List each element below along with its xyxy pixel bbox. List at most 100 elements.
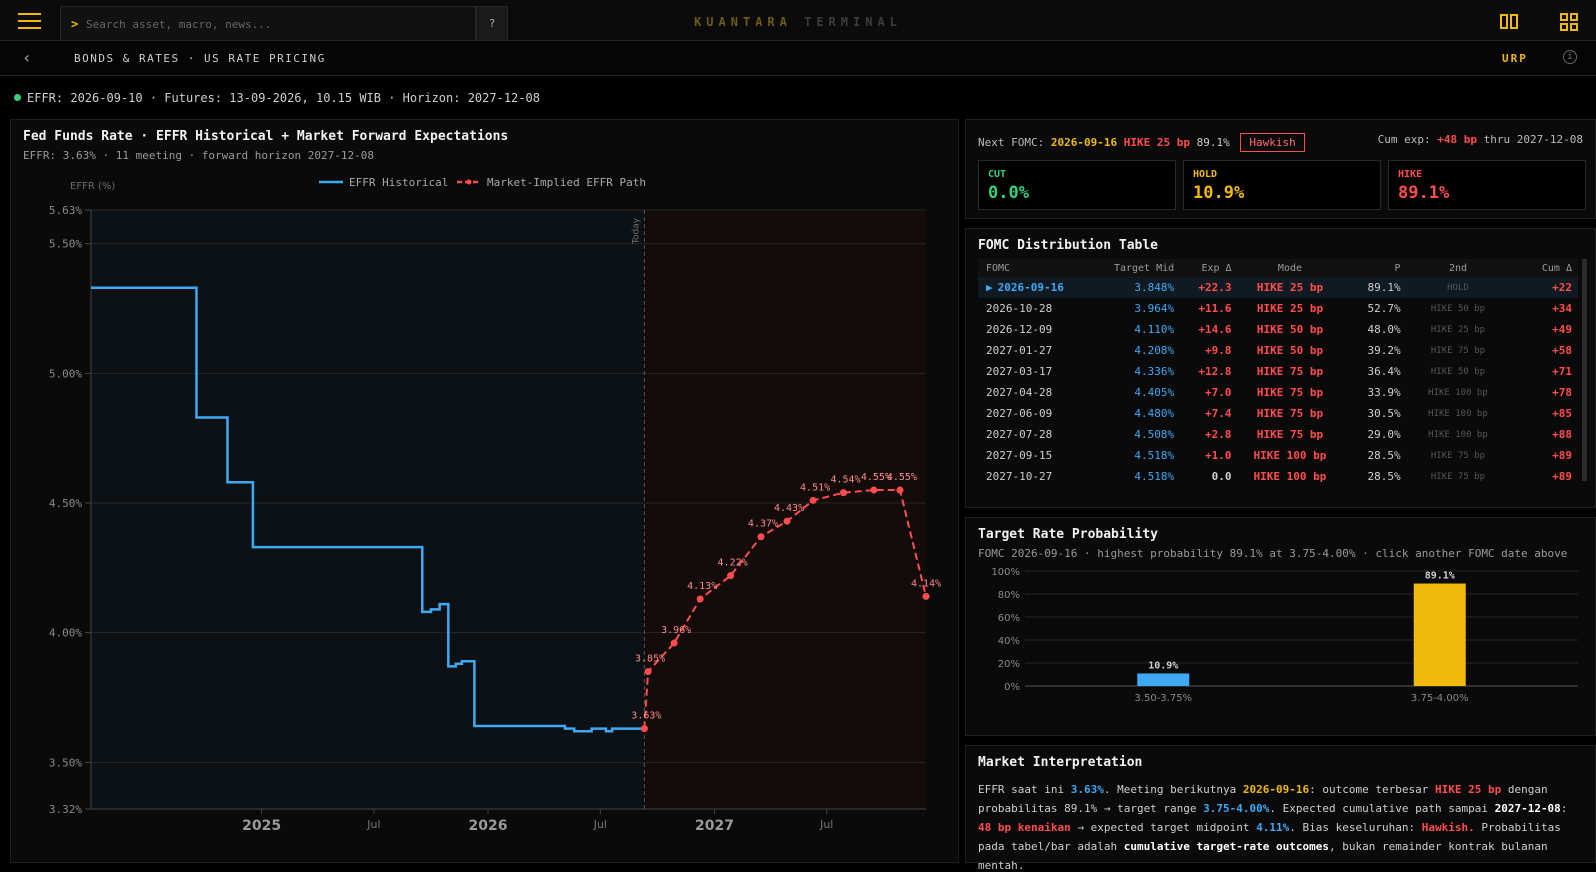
interpretation-text: EFFR saat ini 3.63%. Meeting berikutnya … [978, 780, 1583, 872]
table-row[interactable]: 2027-01-27 4.208% +9.8 HIKE 50 bp 39.2% HIKE … [978, 340, 1578, 361]
cum-delta-cell: +34 [1552, 302, 1572, 315]
col-second[interactable]: 2nd [1400, 259, 1516, 277]
table-row[interactable]: ▶ 2026-09-16 3.848% +22.3 HIKE 25 bp 89.1% HOL… [978, 277, 1578, 298]
chart-subtitle: EFFR: 3.63% · 11 meeting · forward horiz… [23, 149, 374, 162]
target-mid-cell: 4.518% [1134, 449, 1175, 462]
exp-delta-cell: +7.0 [1205, 386, 1232, 399]
table-row[interactable]: 2026-10-28 3.964% +11.6 HIKE 25 bp 52.7% HIKE… [978, 298, 1578, 319]
x-tick-label: 2027 [695, 818, 734, 834]
cum-value: +48 bp [1437, 133, 1478, 146]
fomc-date-cell: 2026-10-28 [986, 302, 1053, 315]
prob-y-tick-label: 80% [998, 590, 1020, 601]
table-row[interactable]: 2027-06-09 4.480% +7.4 HIKE 75 bp 30.5% HIKE … [978, 403, 1578, 424]
col-exp-delta[interactable]: Exp Δ [1174, 259, 1232, 277]
fomc-date-cell: 2027-07-28 [986, 428, 1053, 441]
bar-category-label: 3.50-3.75% [1134, 693, 1192, 704]
interp-t2: . Meeting berikutnya [1103, 783, 1243, 796]
second-outcome-cell: HIKE 50 bp [1430, 366, 1486, 377]
col-p[interactable]: P [1348, 259, 1401, 277]
implied-data-label: 4.54% [830, 475, 860, 486]
fomc-date-text: 2026-09-16 [997, 281, 1064, 294]
table-row[interactable]: 2027-07-28 4.508% +2.8 HIKE 75 bp 29.0% HIKE … [978, 424, 1578, 445]
probability-subtitle: FOMC 2026-09-16 · highest probability 89… [978, 547, 1568, 560]
interp-cum: 48 bp kenaikan [978, 821, 1071, 834]
interp-t6: : [1560, 802, 1568, 815]
second-outcome-cell: HIKE 100 bp [1428, 387, 1488, 398]
fomc-date-cell: 2027-10-27 [986, 470, 1053, 483]
chevron-left-icon[interactable]: ‹ [22, 49, 38, 67]
cum-delta-cell: +89 [1552, 470, 1572, 483]
y-tick-label: 5.50% [49, 238, 82, 251]
y-tick-label: 4.00% [49, 627, 82, 640]
table-row[interactable]: 2026-12-09 4.110% +14.6 HIKE 50 bp 48.0% HIKE… [978, 319, 1578, 340]
exp-delta-cell: +7.4 [1205, 407, 1232, 420]
grid-layout-icon[interactable] [1560, 13, 1580, 31]
info-icon[interactable]: i [1563, 50, 1577, 64]
next-fomc-prob: 89.1% [1196, 136, 1230, 149]
cum-delta-cell: +22 [1515, 277, 1578, 298]
status-line: EFFR: 2026-09-10 · Futures: 13-09-2026, … [14, 91, 540, 105]
target-mid-cell: 4.110% [1134, 323, 1175, 336]
x-tick-label: Jul [593, 818, 607, 831]
breadcrumb: BONDS & RATES · US RATE PRICING [74, 52, 326, 65]
col-cum-delta[interactable]: Cum Δ [1515, 259, 1578, 277]
prob-y-tick-label: 100% [991, 567, 1020, 578]
implied-point [809, 496, 817, 504]
interp-mid: 4.11% [1256, 821, 1290, 834]
col-mode[interactable]: Mode [1231, 259, 1349, 277]
implied-point [839, 489, 847, 497]
target-mid-cell: 4.405% [1134, 386, 1175, 399]
probability-title: Target Rate Probability [978, 527, 1159, 542]
mode-cell: HIKE 25 bp [1231, 277, 1349, 298]
implied-point [896, 486, 904, 494]
fomc-distribution-panel: FOMC Distribution Table FOMC Target Mid … [965, 228, 1596, 508]
implied-data-label: 4.51% [800, 482, 830, 493]
interp-t7: → expected target midpoint [1070, 821, 1257, 834]
table-row[interactable]: 2027-04-28 4.405% +7.0 HIKE 75 bp 33.9% HIKE … [978, 382, 1578, 403]
probability-cell: 28.5% [1367, 470, 1401, 483]
col-target-mid[interactable]: Target Mid [1090, 259, 1175, 277]
fomc-date-cell: 2027-04-28 [986, 386, 1053, 399]
probability-cell: 28.5% [1367, 449, 1401, 462]
cum-suffix: thru 2027-12-08 [1483, 133, 1583, 146]
mode-cell: HIKE 100 bp [1253, 470, 1327, 483]
fomc-date-cell: 2027-09-15 [986, 449, 1053, 462]
second-outcome-cell: HIKE 75 bp [1430, 450, 1486, 461]
table-scrollbar[interactable] [1582, 259, 1587, 481]
table-row[interactable]: 2027-09-15 4.518% +1.0 HIKE 100 bp 28.5% HIKE… [978, 445, 1578, 466]
next-fomc-line: Next FOMC: 2026-09-16 HIKE 25 bp 89.1% H… [978, 133, 1305, 152]
interp-effr: 3.63% [1070, 783, 1104, 796]
col-fomc[interactable]: FOMC [978, 259, 1091, 277]
target-mid-cell: 4.518% [1134, 470, 1175, 483]
fomc-date-cell: 2027-03-17 [986, 365, 1053, 378]
fomc-date-cell: 2027-01-27 [986, 344, 1053, 357]
target-rate-probability-panel: 100% 80% 60% 40% 20% 0% 10.9% 3.50-3.75% 89.1% 3.… [965, 517, 1596, 736]
split-layout-icon[interactable] [1500, 14, 1520, 30]
x-tick-label: Jul [366, 818, 380, 831]
second-outcome-cell: HIKE 25 bp [1430, 324, 1486, 335]
mode-cell: HIKE 100 bp [1253, 449, 1327, 462]
mode-cell: HIKE 75 bp [1256, 428, 1324, 441]
effr-chart[interactable]: 5.63% 5.50% 5.00% 4.50% 4.00% 3.50% 3.32% EFFR … [11, 120, 960, 864]
y-tick-label: 5.00% [49, 367, 82, 380]
interp-t8: . Bias keseluruhan: [1289, 821, 1422, 834]
second-outcome-cell: HIKE 75 bp [1430, 345, 1486, 356]
probability-cell: 89.1% [1348, 277, 1401, 298]
table-row[interactable]: 2027-03-17 4.336% +12.8 HIKE 75 bp 36.4% HIKE… [978, 361, 1578, 382]
effr-chart-panel: 5.63% 5.50% 5.00% 4.50% 4.00% 3.50% 3.32% EFFR … [10, 119, 959, 863]
cum-delta-cell: +49 [1552, 323, 1572, 336]
table-row[interactable]: 2027-10-27 4.518% 0.0 HIKE 100 bp 28.5% HIKE … [978, 466, 1578, 487]
target-mid-cell: 3.964% [1134, 302, 1175, 315]
x-tick-label: 2026 [469, 818, 508, 834]
fomc-date-cell: ▶ 2026-09-16 [978, 277, 1091, 298]
hold-value: 10.9% [1193, 183, 1245, 203]
second-outcome-cell: HIKE 50 bp [1430, 303, 1486, 314]
implied-point [696, 595, 704, 603]
probability-cell: 30.5% [1367, 407, 1401, 420]
next-fomc-action: HIKE 25 bp [1123, 136, 1190, 149]
hold-label: HOLD [1193, 169, 1218, 180]
second-outcome-cell: HIKE 75 bp [1430, 471, 1486, 482]
bias-badge: Hawkish [1240, 133, 1305, 152]
interp-range: 3.75-4.00% [1203, 802, 1270, 815]
cum-label: Cum exp: [1377, 133, 1431, 146]
